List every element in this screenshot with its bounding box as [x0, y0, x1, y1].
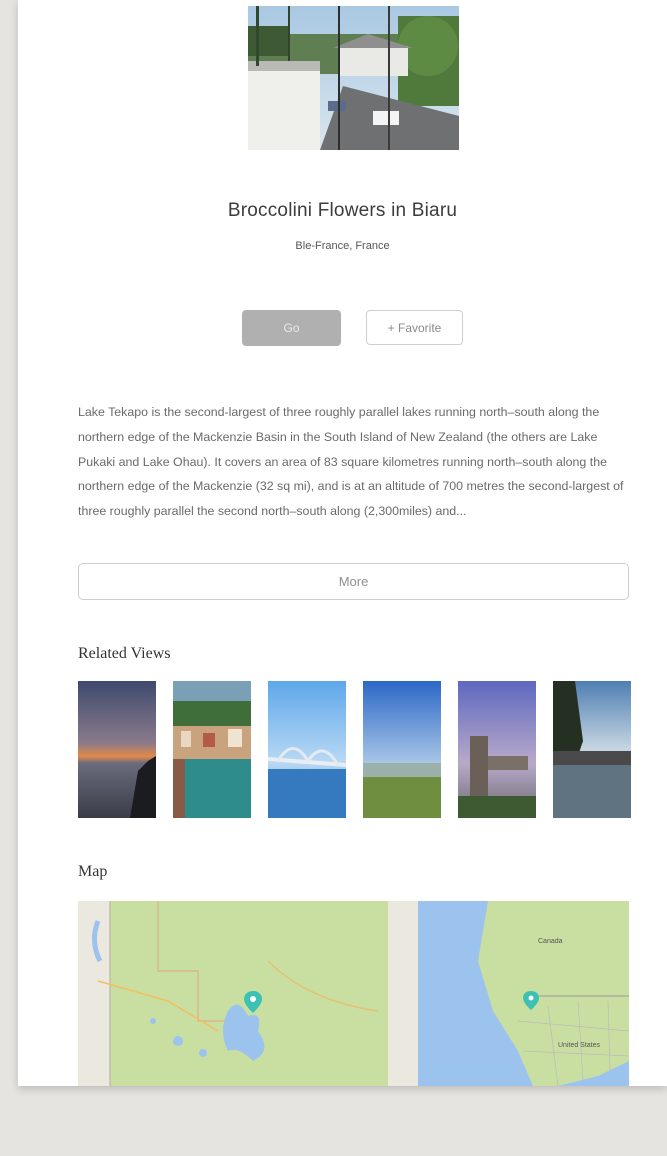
favorite-button[interactable]: + Favorite [366, 310, 463, 345]
related-views-heading: Related Views [78, 645, 171, 662]
related-thumb-sunset-lake[interactable] [78, 681, 156, 818]
related-thumb-pool-trees[interactable] [553, 681, 631, 818]
place-subtitle: Ble-France, France [295, 240, 390, 252]
related-thumb-field[interactable] [363, 681, 441, 818]
related-thumb-tower[interactable] [458, 681, 536, 818]
place-title: Broccolini Flowers in Biaru [227, 200, 458, 221]
go-button[interactable]: Go [242, 310, 341, 346]
detail-card: Broccolini Flowers in Biaru Ble-France, … [18, 0, 667, 1086]
hero-image [248, 6, 459, 150]
map-label-canada: Canada [538, 938, 563, 945]
related-thumb-bridge[interactable] [268, 681, 346, 818]
map-label-us: United States [558, 1042, 601, 1049]
place-description: Lake Tekapo is the second-largest of thr… [78, 405, 624, 519]
map-heading: Map [78, 863, 108, 880]
related-thumb-canal-town[interactable] [173, 681, 251, 818]
more-button[interactable]: More [78, 563, 629, 600]
location-map[interactable]: Canada United States [78, 901, 629, 1086]
